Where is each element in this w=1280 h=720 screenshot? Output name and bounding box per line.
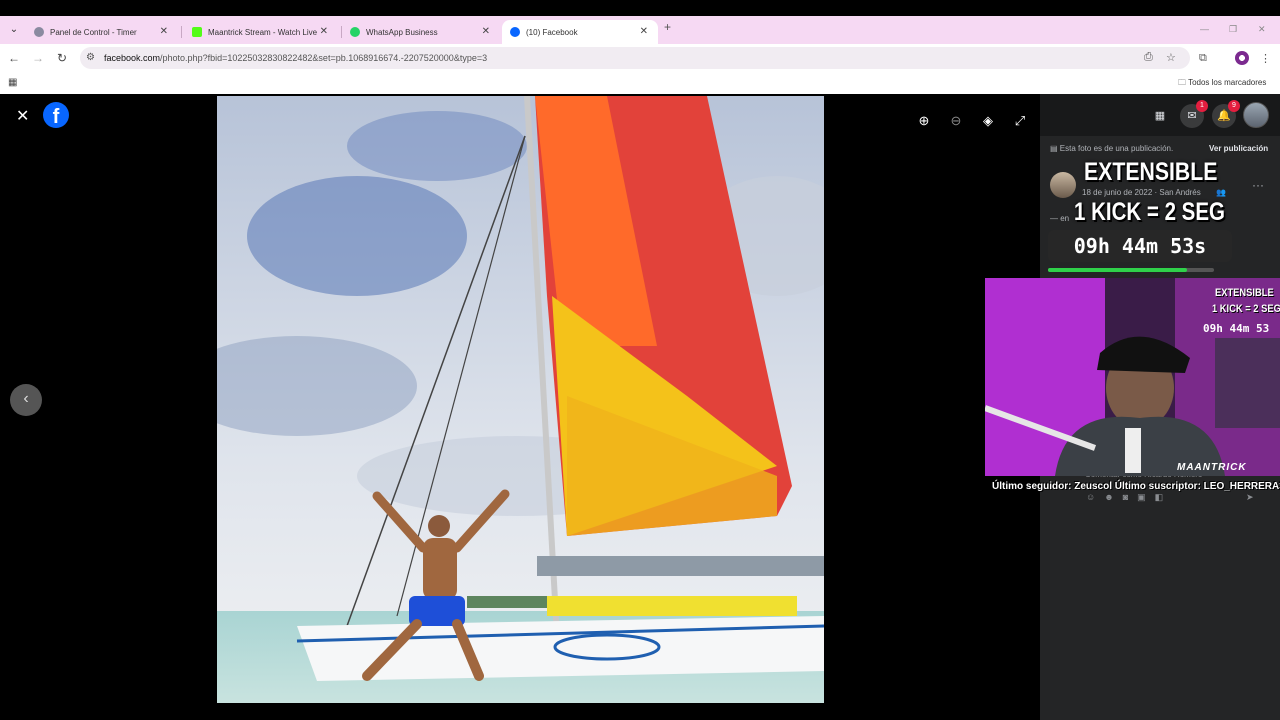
extensions-puzzle-icon[interactable]: ⧉ [1199, 52, 1207, 65]
minimize-icon[interactable]: — [1200, 24, 1209, 34]
address-bar[interactable]: ⚙ facebook.com/photo.php?fbid=1022503283… [80, 47, 1190, 69]
post-author-avatar[interactable] [1050, 172, 1076, 198]
publication-note: ▤ Esta foto es de una publicación. [1050, 144, 1173, 153]
folder-icon: 🗀 [1178, 78, 1189, 87]
tab-close-icon[interactable]: ✕ [160, 26, 168, 37]
cam-kick-rule: 1 KICK = 2 SEG [1212, 303, 1280, 315]
whatsapp-tab-favicon-icon [350, 27, 360, 37]
overlay-progress-bar [1048, 268, 1214, 272]
followers-ticker: Último seguidor: Zeuscol Último suscript… [992, 481, 1280, 492]
notifications-badge: 9 [1228, 100, 1240, 112]
timer-tab-favicon-icon [34, 27, 44, 37]
url-path: /photo.php?fbid=10225032830822482&set=pb… [160, 53, 488, 63]
webcam-overlay: EXTENSIBLE 1 KICK = 2 SEG 09h 44m 53 MAA… [985, 278, 1280, 476]
new-tab-plus-icon[interactable]: + [664, 20, 671, 34]
back-arrow-icon[interactable]: ← [6, 50, 22, 66]
restore-icon[interactable]: ❐ [1229, 24, 1237, 35]
tab-facebook[interactable]: (10) Facebook ✕ [502, 20, 658, 44]
tab-label: Panel de Control - Timer [50, 27, 137, 37]
zoom-out-icon[interactable]: ⊖ [945, 110, 967, 132]
tab-close-icon[interactable]: ✕ [482, 26, 490, 37]
sticker-icon[interactable]: ◧ [1155, 492, 1173, 502]
messenger-badge: 1 [1196, 100, 1208, 112]
install-app-icon[interactable]: ⎙ [1144, 51, 1153, 64]
gif-icon[interactable]: ▣ [1137, 492, 1155, 502]
photo [217, 96, 824, 703]
messenger-icon[interactable]: ✉ 1 [1180, 100, 1208, 128]
zoom-in-icon[interactable]: ⊕ [913, 110, 935, 132]
audience-friends-icon: 👥 [1216, 188, 1226, 197]
browser-toolbar: ← → ↻ ⚙ facebook.com/photo.php?fbid=1022… [0, 44, 1280, 72]
emoji-icon[interactable]: ☻ [1104, 492, 1122, 502]
close-icon[interactable]: ✕ [16, 106, 29, 126]
cam-timer: 09h 44m 53 [1203, 322, 1270, 335]
tab-label: (10) Facebook [526, 27, 578, 37]
tab-label: WhatsApp Business [366, 27, 438, 37]
facebook-tab-favicon-icon [510, 27, 520, 37]
screen-top-bar [0, 0, 1280, 16]
notifications-bell-icon[interactable]: 🔔 9 [1212, 100, 1240, 128]
photo-viewer: ✕ f ‹ ⊕ ⊖ ◈ ⤢ [0, 94, 1040, 720]
cam-brand-watermark: MAANTRICK [1177, 462, 1247, 473]
forward-arrow-icon[interactable]: → [30, 50, 46, 66]
kick-tab-favicon-icon [192, 27, 202, 37]
fullscreen-icon[interactable]: ⤢ [1009, 110, 1031, 132]
bookmarks-bar: ▦ 🗀 Todos los marcadores [0, 72, 1280, 94]
tab-close-icon[interactable]: ✕ [640, 26, 648, 37]
menu-grid-icon[interactable]: ▦ [1148, 104, 1172, 128]
tab-maantrick-stream[interactable]: Maantrick Stream - Watch Live ✕ [184, 20, 338, 44]
comment-tools: ☺☻◙▣◧ [1086, 492, 1172, 503]
sailboat-photo [217, 96, 824, 703]
post-text-fragment: — en [1050, 214, 1070, 223]
tab-timer[interactable]: Panel de Control - Timer ✕ [26, 20, 178, 44]
overlay-kick-rule: 1 KICK = 2 SEG [1074, 198, 1225, 226]
site-info-icon[interactable]: ⚙ [86, 52, 98, 64]
all-bookmarks-folder[interactable]: 🗀 Todos los marcadores [1178, 77, 1266, 91]
url-domain: facebook.com [104, 53, 161, 63]
tab-close-icon[interactable]: ✕ [320, 26, 328, 37]
publication-note-text: Esta foto es de una publicación. [1059, 144, 1174, 153]
apps-grid-icon[interactable]: ▦ [8, 77, 17, 88]
more-options-icon[interactable]: ··· [1252, 178, 1264, 192]
send-icon[interactable]: ➤ [1246, 492, 1254, 503]
overlay-progress-fill [1048, 268, 1188, 272]
facebook-logo[interactable]: f [43, 102, 69, 128]
cam-extensible-title: EXTENSIBLE [1215, 287, 1274, 299]
view-publication-link[interactable]: Ver publicación [1209, 144, 1268, 153]
tab-search-chevron-icon[interactable]: ⌄ [6, 22, 22, 38]
tab-divider [181, 26, 182, 38]
sidebar-header: ▦ ✉ 1 🔔 9 [1040, 94, 1280, 136]
window-close-icon[interactable]: ✕ [1258, 24, 1266, 35]
profile-avatar-icon[interactable] [1235, 51, 1249, 65]
address-url: facebook.com/photo.php?fbid=102250328308… [104, 53, 487, 63]
chevron-left-icon[interactable]: ‹ [10, 384, 42, 416]
publication-note-icon: ▤ [1050, 144, 1060, 153]
overlay-extensible-title: EXTENSIBLE [1084, 158, 1218, 186]
bookmark-star-icon[interactable]: ☆ [1166, 51, 1176, 64]
bookmarks-folder-label: Todos los marcadores [1188, 78, 1267, 87]
camera-icon[interactable]: ◙ [1123, 492, 1137, 502]
avatar-sticker-icon[interactable]: ☺ [1086, 492, 1104, 502]
reload-icon[interactable]: ↻ [54, 50, 70, 66]
browser-menu-icon[interactable]: ⋮ [1260, 52, 1271, 65]
tab-strip: ⌄ Panel de Control - Timer ✕ Maantrick S… [0, 16, 1280, 44]
tab-label: Maantrick Stream - Watch Live [208, 27, 318, 37]
overlay-timer: 09h 44m 53s [1048, 230, 1232, 262]
tab-whatsapp[interactable]: WhatsApp Business ✕ [342, 20, 500, 44]
tag-icon[interactable]: ◈ [977, 110, 999, 132]
account-avatar[interactable] [1243, 102, 1269, 128]
post-date[interactable]: 18 de junio de 2022 · San Andrés [1082, 188, 1201, 197]
